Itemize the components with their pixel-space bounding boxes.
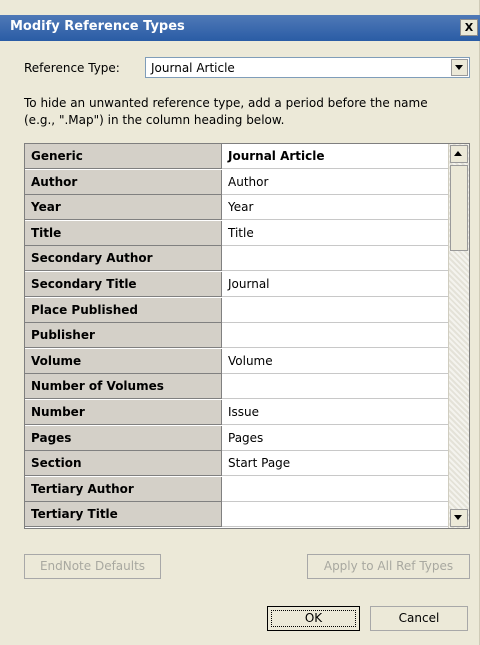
dialog-title: Modify Reference Types xyxy=(10,19,185,34)
instructions-line-2: (e.g., ".Map") in the column heading bel… xyxy=(24,113,285,127)
field-value-cell[interactable] xyxy=(222,246,448,272)
modify-reference-types-dialog: Modify Reference Types X Reference Type:… xyxy=(0,0,480,645)
reference-type-value: Journal Article xyxy=(151,61,235,75)
table-row[interactable]: Secondary Author xyxy=(25,246,448,272)
table-row[interactable]: Year Year xyxy=(25,195,448,221)
field-name-cell: Number xyxy=(25,400,222,425)
field-name-cell: Secondary Title xyxy=(25,272,222,297)
apply-to-all-button[interactable]: Apply to All Ref Types xyxy=(307,554,470,579)
table-row[interactable]: Number of Volumes xyxy=(25,374,448,400)
field-value-cell[interactable] xyxy=(222,297,448,323)
vertical-scrollbar[interactable] xyxy=(448,144,469,528)
field-name-cell: Secondary Author xyxy=(25,246,222,272)
focus-rect xyxy=(271,610,356,627)
field-value-cell[interactable]: Author xyxy=(222,169,448,195)
field-name-cell: Place Published xyxy=(25,297,222,323)
field-name-cell: Tertiary Author xyxy=(25,476,222,502)
table-row[interactable]: Pages Pages xyxy=(25,425,448,451)
scroll-down-button[interactable] xyxy=(450,509,468,527)
field-value-cell[interactable]: Volume xyxy=(222,348,448,374)
table-row[interactable]: Tertiary Title xyxy=(25,502,448,528)
table-row[interactable]: Place Published xyxy=(25,297,448,323)
field-value-cell[interactable] xyxy=(222,323,448,349)
field-name-cell: Section xyxy=(25,451,222,477)
field-value-cell[interactable]: Year xyxy=(222,195,448,221)
field-name-cell: Title xyxy=(25,220,222,246)
field-value-cell[interactable]: Journal xyxy=(222,272,448,297)
scroll-up-button[interactable] xyxy=(450,145,468,163)
title-bar: Modify Reference Types X xyxy=(0,15,480,41)
table-row[interactable]: Publisher xyxy=(25,323,448,349)
field-value-cell[interactable] xyxy=(222,476,448,502)
field-name-cell: Tertiary Title xyxy=(25,502,222,528)
field-name-cell: Year xyxy=(25,195,222,221)
reference-fields-table: Generic Journal Article Author Author Year Ye… xyxy=(24,143,470,529)
field-name-cell: Pages xyxy=(25,425,222,451)
field-value-cell[interactable] xyxy=(222,502,448,528)
field-value-cell[interactable]: Journal Article xyxy=(222,144,448,169)
close-button[interactable]: X xyxy=(460,19,478,36)
chevron-down-icon xyxy=(455,65,463,70)
combo-dropdown-button[interactable] xyxy=(451,59,468,76)
field-name-cell: Generic xyxy=(25,144,222,169)
field-name-cell: Volume xyxy=(25,348,222,374)
arrow-down-icon xyxy=(454,515,462,520)
table-row[interactable]: Section Start Page xyxy=(25,451,448,477)
table-row[interactable]: Volume Volume xyxy=(25,348,448,374)
field-value-cell[interactable]: Pages xyxy=(222,425,448,451)
table-row[interactable]: Generic Journal Article xyxy=(25,144,448,169)
table-row[interactable]: Tertiary Author xyxy=(25,476,448,502)
table-row[interactable]: Number Issue xyxy=(25,400,448,425)
field-name-cell: Author xyxy=(25,169,222,195)
field-value-cell[interactable]: Start Page xyxy=(222,451,448,477)
field-value-cell[interactable]: Issue xyxy=(222,400,448,425)
arrow-up-icon xyxy=(454,151,462,156)
reference-type-label: Reference Type: xyxy=(24,61,120,75)
field-name-cell: Number of Volumes xyxy=(25,374,222,400)
table-row[interactable]: Title Title xyxy=(25,220,448,246)
field-value-cell[interactable]: Title xyxy=(222,220,448,246)
endnote-defaults-button[interactable]: EndNote Defaults xyxy=(24,554,161,579)
table-row[interactable]: Author Author xyxy=(25,169,448,195)
cancel-button[interactable]: Cancel xyxy=(370,606,468,631)
ok-button[interactable]: OK xyxy=(267,606,360,631)
instructions-line-1: To hide an unwanted reference type, add … xyxy=(24,96,428,110)
reference-type-select[interactable]: Journal Article xyxy=(145,57,470,78)
field-name-cell: Publisher xyxy=(25,323,222,349)
field-value-cell[interactable] xyxy=(222,374,448,400)
scrollbar-thumb[interactable] xyxy=(450,165,468,251)
table-row[interactable]: Secondary Title Journal xyxy=(25,272,448,297)
